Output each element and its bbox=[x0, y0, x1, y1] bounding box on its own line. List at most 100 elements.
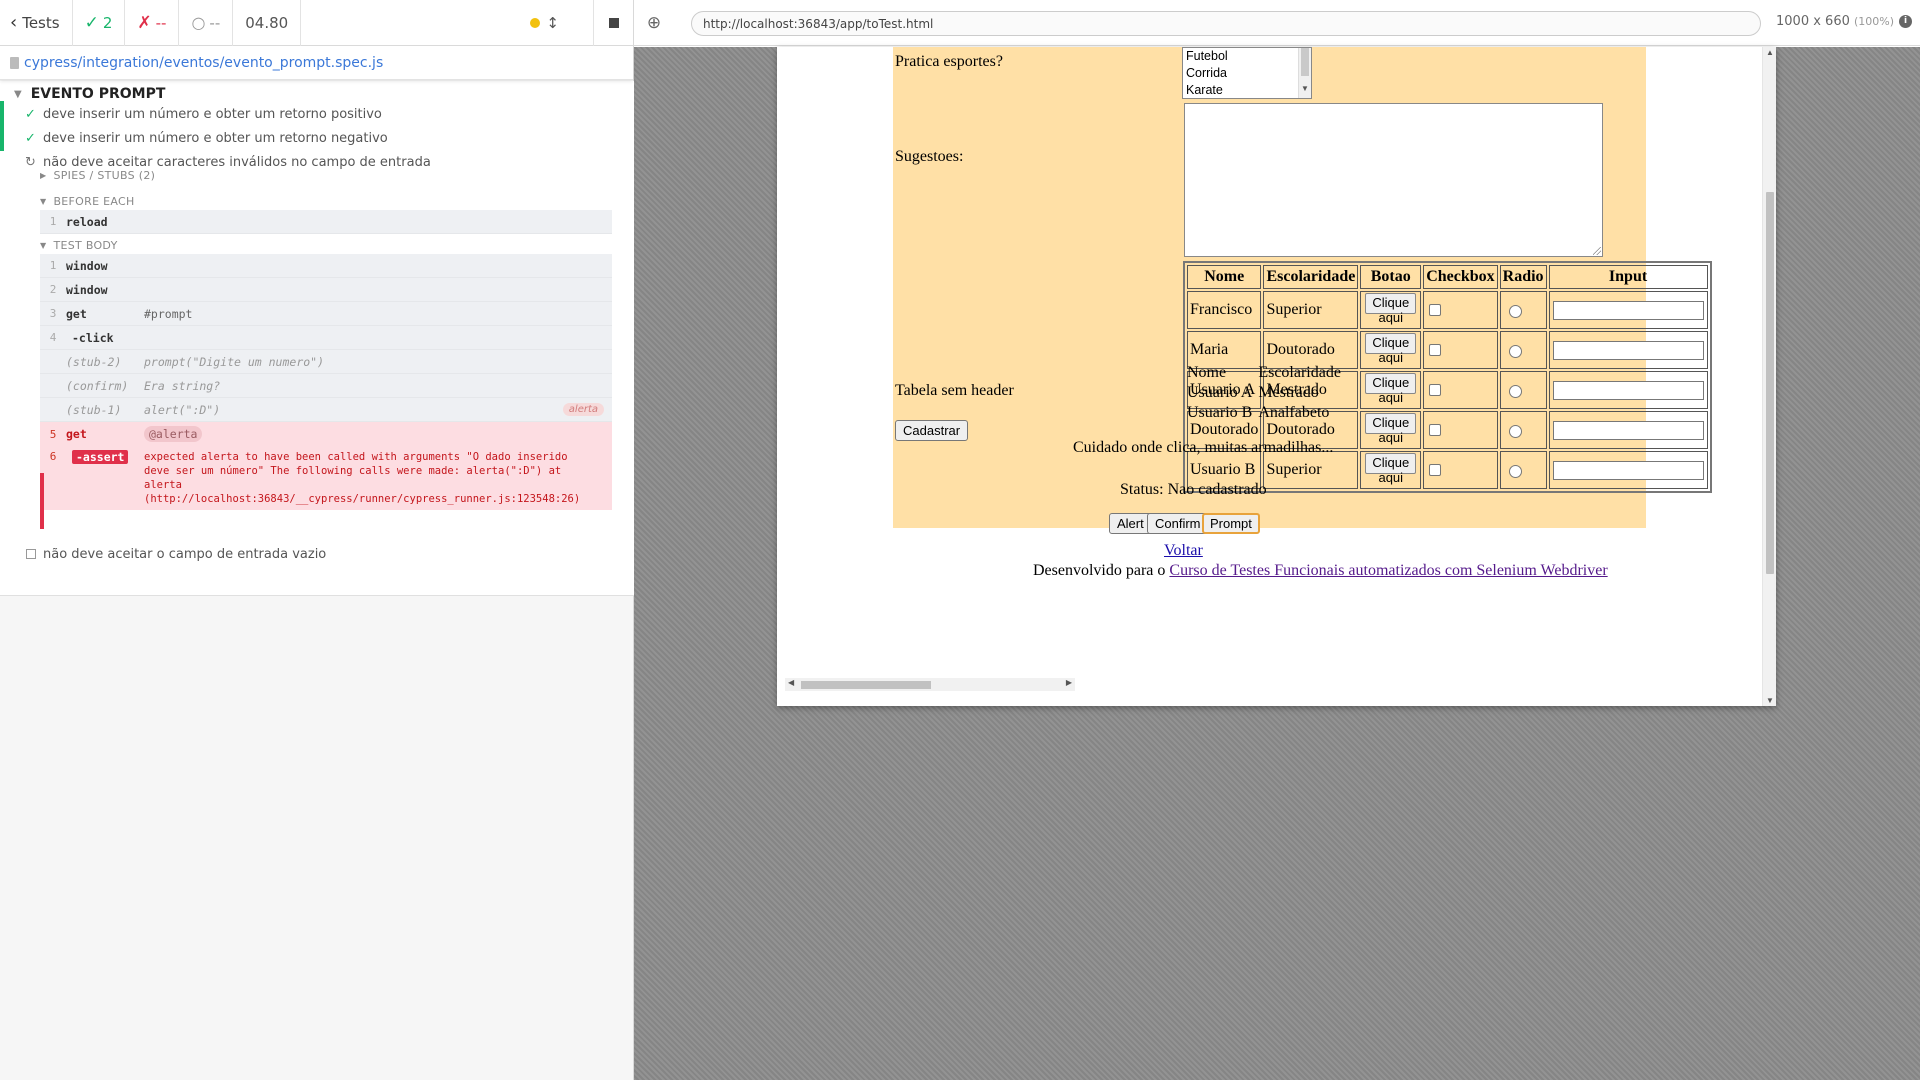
table-row: Usuario A Mestrado bbox=[1185, 384, 1343, 402]
caret-down-icon: ▼ bbox=[40, 241, 47, 250]
suggestions-textarea[interactable] bbox=[1184, 103, 1603, 257]
caret-right-icon: ▶ bbox=[40, 171, 47, 180]
spies-stubs-toggle[interactable]: ▶ SPIES / STUBS (2) bbox=[40, 169, 155, 182]
failed-count: -- bbox=[155, 13, 167, 32]
column-header: Input bbox=[1548, 265, 1708, 289]
row-checkbox[interactable] bbox=[1429, 304, 1442, 317]
reporter-header: ‹ Tests ✓ 2 ✗ -- ○ -- 04.80 ↕ bbox=[0, 0, 633, 46]
confirm-button[interactable]: Confirm bbox=[1147, 513, 1209, 534]
auto-scroll-toggle-icon[interactable]: ↕ bbox=[546, 14, 559, 32]
row-checkbox[interactable] bbox=[1429, 424, 1442, 437]
footer-text: Desenvolvido para o Curso de Testes Func… bbox=[1033, 562, 1608, 580]
row-input[interactable] bbox=[1552, 340, 1704, 360]
voltar-link[interactable]: Voltar bbox=[1164, 542, 1203, 560]
clique-aqui-button[interactable]: Clique aqui bbox=[1365, 293, 1417, 325]
row-input[interactable] bbox=[1552, 380, 1704, 400]
stop-button[interactable] bbox=[593, 0, 633, 46]
command-row[interactable]: 1 reload bbox=[40, 210, 612, 234]
column-header: Escolaridade bbox=[1263, 265, 1359, 289]
row-checkbox[interactable] bbox=[1429, 384, 1442, 397]
sports-option[interactable]: Futebol bbox=[1183, 48, 1311, 65]
column-header: Radio bbox=[1499, 265, 1547, 289]
row-radio[interactable] bbox=[1508, 385, 1522, 399]
clique-aqui-button[interactable]: Clique aqui bbox=[1365, 453, 1417, 485]
sports-option[interactable]: Corrida bbox=[1183, 65, 1311, 82]
arrow-down-icon[interactable]: ▼ bbox=[1301, 80, 1309, 97]
select-scrollbar[interactable]: ▼ bbox=[1298, 48, 1311, 98]
table-cell: Usuario B bbox=[1187, 404, 1253, 421]
row-radio[interactable] bbox=[1508, 425, 1522, 439]
tests-back-button[interactable]: ‹ Tests bbox=[0, 0, 73, 46]
warning-text: Cuidado onde clica, muitas armadilhas... bbox=[1073, 439, 1334, 456]
sports-select[interactable]: Futebol Corrida Karate ▼ bbox=[1182, 47, 1312, 99]
selector-playground-button[interactable]: ⊕ bbox=[634, 0, 674, 46]
table-cell: Usuario A bbox=[1187, 384, 1253, 401]
test-item[interactable]: ✓ deve inserir um número e obter um reto… bbox=[0, 125, 634, 151]
check-icon: ✓ bbox=[25, 106, 36, 122]
test-title: deve inserir um número e obter um retorn… bbox=[43, 106, 382, 122]
arrow-down-icon[interactable]: ▼ bbox=[1766, 696, 1774, 705]
scrollbar-thumb[interactable] bbox=[1301, 48, 1309, 76]
command-name: (stub-2) bbox=[66, 354, 122, 369]
command-row-event[interactable]: (confirm) Era string? bbox=[40, 374, 612, 398]
alert-button[interactable]: Alert bbox=[1109, 513, 1152, 534]
command-row-event[interactable]: (stub-1) alert(":D") alerta bbox=[40, 398, 612, 422]
clique-aqui-button[interactable]: Clique aqui bbox=[1365, 373, 1417, 405]
clique-aqui-button[interactable]: Clique aqui bbox=[1365, 333, 1417, 365]
clique-aqui-button[interactable]: Clique aqui bbox=[1365, 413, 1417, 445]
command-name: get bbox=[66, 306, 87, 321]
passed-stat: ✓ 2 bbox=[73, 0, 126, 46]
command-row[interactable]: 4 -click bbox=[40, 326, 612, 350]
course-link[interactable]: Curso de Testes Funcionais automatizados… bbox=[1169, 562, 1607, 579]
sports-option[interactable]: Karate bbox=[1183, 82, 1311, 99]
arrow-up-icon[interactable]: ▲ bbox=[1766, 48, 1774, 57]
cadastrar-button[interactable]: Cadastrar bbox=[895, 420, 969, 441]
command-name: (confirm) bbox=[66, 378, 129, 393]
chevron-left-icon: ‹ bbox=[10, 12, 18, 33]
row-checkbox[interactable] bbox=[1429, 344, 1442, 357]
vertical-scrollbar[interactable]: ▲ ▼ bbox=[1762, 47, 1776, 706]
command-row-event[interactable]: (stub-2) prompt("Digite um numero") bbox=[40, 350, 612, 374]
assert-tag: -assert bbox=[72, 450, 129, 464]
arrow-right-icon[interactable]: ▶ bbox=[1066, 678, 1072, 687]
row-input[interactable] bbox=[1552, 300, 1704, 320]
test-item[interactable]: ✓ deve inserir um número e obter um reto… bbox=[0, 101, 634, 127]
command-row[interactable]: 2 window bbox=[40, 278, 612, 302]
runnable-list: ▼ EVENTO PROMPT ✓ deve inserir um número… bbox=[0, 81, 634, 596]
row-input[interactable] bbox=[1552, 460, 1704, 480]
info-icon[interactable]: i bbox=[1899, 15, 1912, 28]
command-row-failed[interactable]: 5 get @alerta bbox=[40, 422, 612, 446]
row-checkbox[interactable] bbox=[1429, 464, 1442, 477]
command-row[interactable]: 1 window bbox=[40, 254, 612, 278]
aut-iframe: Pratica esportes? Futebol Corrida Karate… bbox=[777, 47, 1776, 706]
command-name: -click bbox=[72, 330, 114, 345]
spec-file-link[interactable]: cypress/integration/eventos/evento_promp… bbox=[24, 55, 383, 71]
command-row[interactable]: 3 get #prompt bbox=[40, 302, 612, 326]
row-radio[interactable] bbox=[1508, 345, 1522, 359]
status-text: Status: Nao cadastrado bbox=[1120, 481, 1267, 498]
horizontal-scrollbar[interactable]: ◀ ▶ bbox=[785, 678, 1075, 691]
url-bar[interactable]: http://localhost:36843/app/toTest.html bbox=[691, 11, 1761, 36]
viewport-info[interactable]: 1000 x 660 (100%) bbox=[1776, 14, 1894, 29]
scrollbar-thumb[interactable] bbox=[1766, 192, 1774, 574]
suite-title[interactable]: ▼ EVENTO PROMPT bbox=[14, 86, 165, 102]
scrollbar-thumb[interactable] bbox=[801, 681, 931, 689]
before-each-hook[interactable]: ▼ BEFORE EACH bbox=[40, 195, 135, 208]
test-title: não deve aceitar caracteres inválidos no… bbox=[43, 154, 431, 170]
test-item[interactable]: não deve aceitar o campo de entrada vazi… bbox=[0, 541, 634, 567]
arrow-left-icon[interactable]: ◀ bbox=[788, 678, 794, 687]
caret-down-icon: ▼ bbox=[14, 88, 22, 100]
command-row-failed-assert[interactable]: 6 -assert expected alerta to have been c… bbox=[40, 446, 612, 510]
refresh-icon: ↻ bbox=[25, 154, 36, 170]
test-body-hook[interactable]: ▼ TEST BODY bbox=[40, 239, 118, 252]
pending-square-icon bbox=[26, 549, 36, 559]
row-radio[interactable] bbox=[1508, 465, 1522, 479]
check-icon: ✓ bbox=[84, 12, 99, 33]
row-radio[interactable] bbox=[1508, 305, 1522, 319]
row-input[interactable] bbox=[1552, 420, 1704, 440]
prompt-button[interactable]: Prompt bbox=[1202, 513, 1260, 534]
command-number: 4 bbox=[49, 331, 57, 344]
command-name: window bbox=[66, 258, 108, 273]
test-body-label: TEST BODY bbox=[53, 239, 118, 252]
table-no-header-label: Tabela sem header bbox=[895, 382, 1014, 399]
